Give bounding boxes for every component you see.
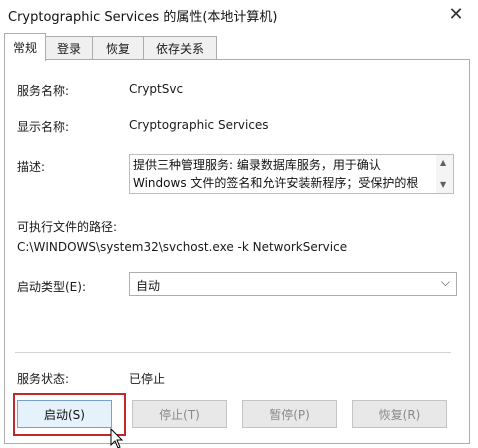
tab-recovery-label: 恢复 [105,42,130,56]
description-scrollbar[interactable]: ▲ ▼ [436,155,453,193]
close-icon: ✕ [448,3,464,25]
exe-path-value: C:\WINDOWS\system32\svchost.exe -k Netwo… [17,240,348,254]
tab-dependencies[interactable]: 依存关系 [143,36,217,60]
description-textbox[interactable]: 提供三种管理服务: 编录数据库服务，用于确认 Windows 文件的签名和允许安… [129,154,454,194]
mouse-cursor-icon [110,428,124,448]
resume-button-label: 恢复(R) [378,407,421,422]
exe-path-label: 可执行文件的路径: [17,220,118,234]
scroll-down-icon[interactable]: ▼ [440,180,446,189]
tab-logon[interactable]: 登录 [45,36,93,60]
service-status-value: 已停止 [129,372,166,386]
chevron-down-icon: ⌵ [440,275,450,289]
general-tab-panel: 服务名称: CryptSvc 显示名称: Cryptographic Servi… [4,59,470,448]
pause-button[interactable]: 暂停(P) [242,400,337,428]
stop-button-label: 停止(T) [159,407,200,422]
service-name-value: CryptSvc [129,82,184,96]
tab-general[interactable]: 常规 [4,33,46,61]
description-label: 描述: [17,160,46,174]
service-name-label: 服务名称: [17,84,70,98]
display-name-value: Cryptographic Services [129,118,269,132]
start-button[interactable]: 启动(S) [17,400,112,428]
tab-strip: 常规 登录 恢复 依存关系 [0,30,478,61]
display-name-label: 显示名称: [17,120,70,134]
divider [15,352,451,353]
stop-button[interactable]: 停止(T) [132,400,227,428]
title-bar: Cryptographic Services 的属性(本地计算机) ✕ [0,0,478,30]
tab-logon-label: 登录 [56,42,81,56]
description-text: 提供三种管理服务: 编录数据库服务，用于确认 Windows 文件的签名和允许安… [133,158,419,190]
startup-type-select[interactable]: 自动 ⌵ [129,272,457,296]
tab-recovery[interactable]: 恢复 [92,36,144,60]
service-status-label: 服务状态: [17,372,70,386]
start-button-label: 启动(S) [44,407,85,422]
scroll-up-icon[interactable]: ▲ [440,158,446,167]
tab-dependencies-label: 依存关系 [155,42,204,56]
window-title: Cryptographic Services 的属性(本地计算机) [8,10,278,25]
close-button[interactable]: ✕ [436,0,476,28]
resume-button[interactable]: 恢复(R) [352,400,447,428]
startup-type-value: 自动 [136,279,161,293]
pause-button-label: 暂停(P) [269,407,310,422]
tab-general-label: 常规 [12,41,37,55]
startup-type-label: 启动类型(E): [17,280,86,294]
